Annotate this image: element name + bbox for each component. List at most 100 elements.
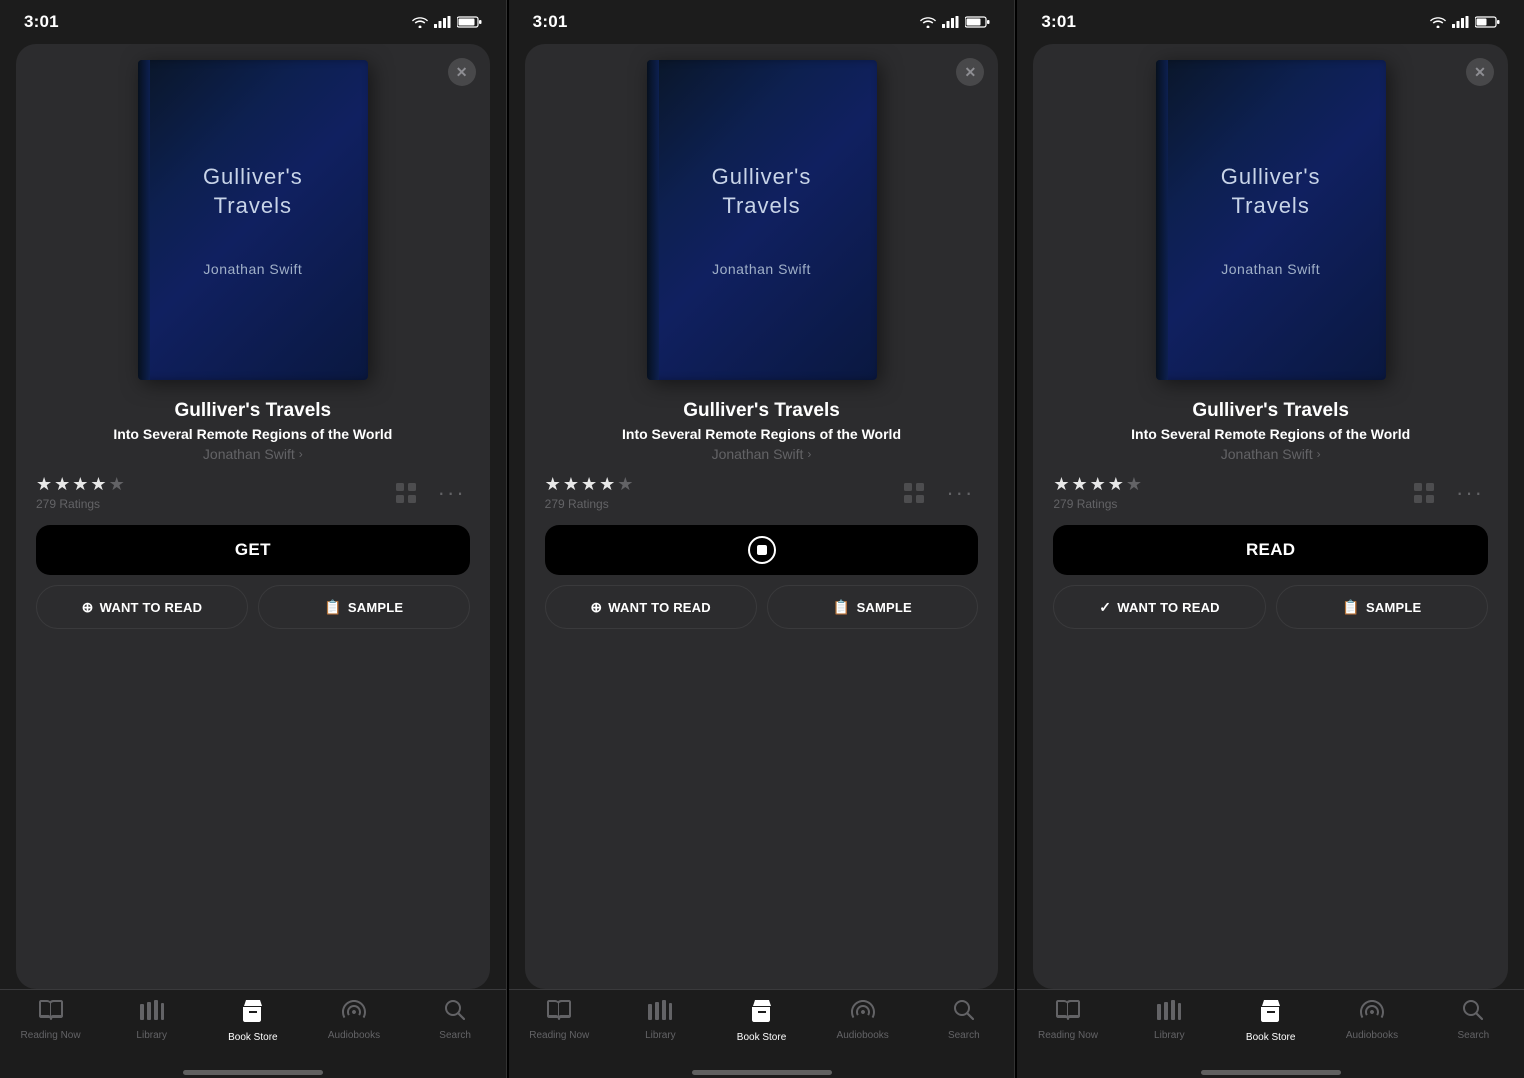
nav-library-3[interactable]: Library — [1119, 1000, 1220, 1041]
wifi-icon-2 — [920, 16, 936, 28]
close-button-1[interactable]: ✕ — [448, 58, 476, 86]
book-author-link-1[interactable]: Jonathan Swift › — [36, 446, 470, 462]
stop-icon-2 — [748, 536, 776, 564]
want-to-read-btn-1[interactable]: ⊕ WANT TO READ — [36, 585, 248, 629]
status-bar-2: 3:01 — [509, 0, 1015, 44]
grid-icon-btn-1[interactable] — [388, 475, 424, 511]
book-author-link-3[interactable]: Jonathan Swift › — [1053, 446, 1488, 462]
nav-reading-now-2[interactable]: Reading Now — [509, 1000, 610, 1041]
status-icons-3 — [1430, 16, 1500, 28]
signal-icon-3 — [1452, 16, 1469, 28]
sample-icon-2: 📋 — [833, 599, 851, 616]
home-bar-3 — [1201, 1070, 1341, 1075]
nav-audiobooks-label-2: Audiobooks — [837, 1030, 889, 1041]
book-subtitle-3: Into Several Remote Regions of the World — [1053, 426, 1488, 442]
want-to-read-icon-3: ✓ — [1099, 599, 1111, 616]
card-area-3: ✕ Gulliver'sTravels Jonathan Swift Gulli… — [1033, 44, 1508, 989]
star-1-2: ★ — [54, 474, 70, 495]
grid-icon-btn-3[interactable] — [1406, 475, 1442, 511]
nav-reading-now-label-1: Reading Now — [21, 1030, 81, 1041]
home-indicator-3 — [1017, 1072, 1524, 1078]
nav-bookstore-1[interactable]: Book Store — [202, 1000, 303, 1043]
book-author-link-2[interactable]: Jonathan Swift › — [545, 446, 979, 462]
home-bar-1 — [183, 1070, 323, 1075]
sample-icon-1: 📋 — [324, 599, 342, 616]
book-title-1: Gulliver's Travels — [36, 400, 470, 422]
nav-search-label-1: Search — [439, 1030, 471, 1041]
nav-audiobooks-label-1: Audiobooks — [328, 1030, 380, 1041]
rating-left-1: ★ ★ ★ ★ ★ 279 Ratings — [36, 474, 125, 511]
nav-search-3[interactable]: Search — [1423, 1000, 1524, 1041]
more-btn-1[interactable]: ··· — [434, 475, 470, 511]
star-2-4: ★ — [599, 474, 615, 495]
nav-bookstore-label-2: Book Store — [737, 1032, 786, 1043]
star-2-1: ★ — [545, 474, 561, 495]
rating-left-2: ★ ★ ★ ★ ★ 279 Ratings — [545, 474, 634, 511]
nav-audiobooks-2[interactable]: Audiobooks — [812, 1000, 913, 1041]
sample-btn-3[interactable]: 📋 SAMPLE — [1276, 585, 1488, 629]
star-1-3: ★ — [72, 474, 88, 495]
grid-icon-1 — [395, 482, 417, 504]
nav-library-2[interactable]: Library — [610, 1000, 711, 1041]
primary-action-btn-1[interactable]: GET — [36, 525, 470, 575]
want-to-read-btn-3[interactable]: ✓ WANT TO READ — [1053, 585, 1265, 629]
nav-audiobooks-label-3: Audiobooks — [1346, 1030, 1398, 1041]
more-btn-3[interactable]: ··· — [1452, 475, 1488, 511]
book-cover-1: Gulliver'sTravels Jonathan Swift — [138, 60, 368, 380]
secondary-row-1: ⊕ WANT TO READ 📋 SAMPLE — [36, 585, 470, 629]
nav-search-2[interactable]: Search — [913, 1000, 1014, 1041]
nav-reading-now-3[interactable]: Reading Now — [1017, 1000, 1118, 1041]
sample-btn-1[interactable]: 📋 SAMPLE — [258, 585, 470, 629]
grid-icon-btn-2[interactable] — [896, 475, 932, 511]
search-icon-2 — [954, 1000, 974, 1026]
reading-now-icon-1 — [39, 1000, 63, 1026]
nav-bookstore-3[interactable]: Book Store — [1220, 1000, 1321, 1043]
author-chevron-1: › — [299, 447, 303, 461]
author-chevron-2: › — [807, 447, 811, 461]
phone-panel-2: 3:01 ✕ Gulliver'sTravels Jonathan Swift … — [509, 0, 1016, 1078]
battery-icon-1 — [457, 16, 482, 28]
want-to-read-icon-2: ⊕ — [590, 599, 602, 616]
grid-icon-2 — [903, 482, 925, 504]
nav-audiobooks-3[interactable]: Audiobooks — [1321, 1000, 1422, 1041]
book-cover-author-3: Jonathan Swift — [1221, 261, 1320, 277]
secondary-row-2: ⊕ WANT TO READ 📋 SAMPLE — [545, 585, 979, 629]
bookstore-icon-3 — [1260, 1000, 1282, 1028]
library-icon-1 — [140, 1000, 164, 1026]
card-area-1: ✕ Gulliver'sTravels Jonathan Swift Gulli… — [16, 44, 490, 989]
grid-icon-3 — [1413, 482, 1435, 504]
reading-now-icon-2 — [547, 1000, 571, 1026]
nav-reading-now-1[interactable]: Reading Now — [0, 1000, 101, 1041]
nav-library-label-2: Library — [645, 1030, 676, 1041]
rating-actions-1: ··· — [388, 475, 470, 511]
home-bar-2 — [692, 1070, 832, 1075]
stop-sq-2 — [757, 545, 767, 555]
stars-1: ★ ★ ★ ★ ★ — [36, 474, 125, 495]
nav-library-1[interactable]: Library — [101, 1000, 202, 1041]
primary-action-btn-3[interactable]: READ — [1053, 525, 1488, 575]
want-to-read-btn-2[interactable]: ⊕ WANT TO READ — [545, 585, 757, 629]
rating-row-1: ★ ★ ★ ★ ★ 279 Ratings — [36, 474, 470, 511]
primary-action-btn-2[interactable] — [545, 525, 979, 575]
nav-audiobooks-1[interactable]: Audiobooks — [303, 1000, 404, 1041]
bottom-nav-2: Reading Now Library Book Store Audiobook… — [509, 989, 1015, 1072]
book-cover-title-2: Gulliver'sTravels — [692, 163, 832, 220]
star-1-1: ★ — [36, 474, 52, 495]
rating-actions-3: ··· — [1406, 475, 1488, 511]
stars-2: ★ ★ ★ ★ ★ — [545, 474, 634, 495]
close-button-3[interactable]: ✕ — [1466, 58, 1494, 86]
sample-btn-2[interactable]: 📋 SAMPLE — [767, 585, 979, 629]
nav-library-label-3: Library — [1154, 1030, 1185, 1041]
nav-reading-now-label-3: Reading Now — [1038, 1030, 1098, 1041]
close-button-2[interactable]: ✕ — [956, 58, 984, 86]
status-bar-3: 3:01 — [1017, 0, 1524, 44]
battery-icon-3 — [1475, 16, 1500, 28]
bottom-nav-1: Reading Now Library Book Store Audiobook… — [0, 989, 506, 1072]
search-icon-1 — [445, 1000, 465, 1026]
more-btn-2[interactable]: ··· — [942, 475, 978, 511]
nav-search-1[interactable]: Search — [405, 1000, 506, 1041]
nav-bookstore-2[interactable]: Book Store — [711, 1000, 812, 1043]
bottom-nav-3: Reading Now Library Book Store Audiobook… — [1017, 989, 1524, 1072]
book-cover-title-1: Gulliver'sTravels — [183, 163, 323, 220]
bookstore-icon-1 — [242, 1000, 264, 1028]
